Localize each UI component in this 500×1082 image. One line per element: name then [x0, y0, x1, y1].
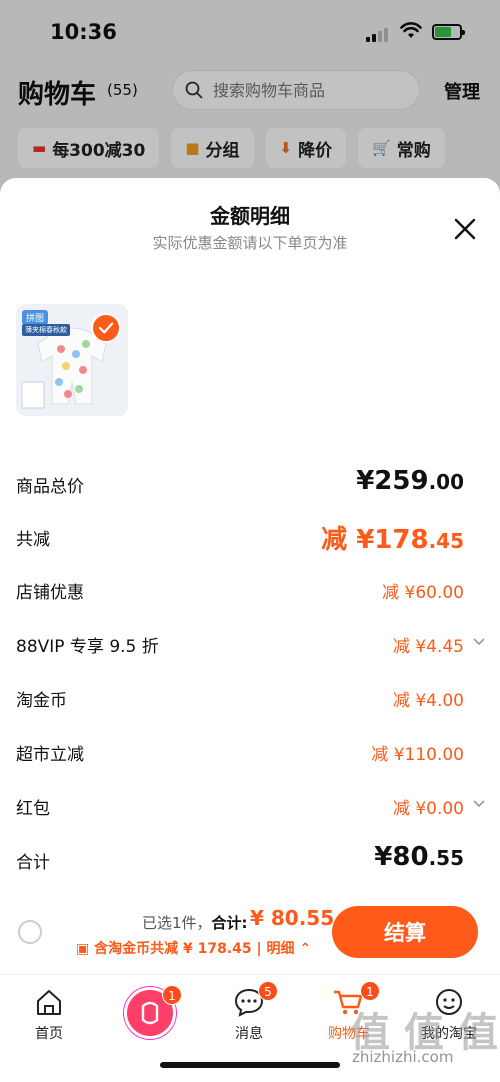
row-value: 减 ¥178.45	[321, 525, 464, 555]
row-value: ¥80.55	[374, 842, 464, 872]
tab-badge: 1	[360, 981, 380, 1001]
selected-count: 已选1件，合计:	[142, 914, 248, 932]
checkout-total: ¥ 80.55	[250, 906, 335, 930]
product-tag: 拼图	[22, 310, 49, 325]
tab-badge: 5	[258, 981, 278, 1001]
row-label: 共减	[16, 530, 50, 550]
tab-label: 首页	[35, 1026, 63, 1042]
selected-check-icon[interactable]	[91, 313, 121, 343]
row-label: 商品总价	[16, 477, 84, 497]
row-label: 超市立减	[16, 745, 84, 765]
row-label: 店铺优惠	[16, 583, 84, 603]
coupon-icon: ▣	[76, 941, 95, 957]
home-icon	[37, 990, 61, 1015]
row-88vip-discount[interactable]: 88VIP 专享 9.5 折 减 ¥4.45	[0, 624, 500, 664]
row-label: 淘金币	[16, 691, 67, 711]
row-value: 减 ¥110.00	[371, 745, 464, 765]
close-icon[interactable]	[452, 216, 478, 242]
home-indicator	[160, 1062, 340, 1068]
tab-label: 消息	[235, 1026, 263, 1042]
row-value: 减 ¥0.00	[392, 799, 464, 819]
row-red-packet[interactable]: 红包 减 ¥0.00	[0, 786, 500, 826]
tab-home[interactable]: 首页	[4, 981, 94, 1043]
checkout-button[interactable]: 结算	[332, 906, 478, 958]
tab-messages[interactable]: 5 消息	[204, 981, 294, 1043]
row-value: 减 ¥4.00	[392, 691, 464, 711]
row-total-discount: 共减 减 ¥178.45	[0, 517, 500, 557]
row-supermarket-discount: 超市立减 减 ¥110.00	[0, 732, 500, 772]
row-taojinbi: 淘金币 减 ¥4.00	[0, 678, 500, 718]
row-label: 合计	[16, 853, 50, 873]
row-grand-total: 合计 ¥80.55	[0, 840, 500, 880]
product-subtag: 薄夹棉春秋款	[22, 324, 70, 336]
row-value: 减 ¥4.45	[392, 637, 464, 657]
select-all-radio[interactable]	[18, 920, 42, 944]
taobao-logo-mark	[141, 1001, 159, 1025]
chevron-down-icon[interactable]	[472, 635, 486, 649]
row-store-discount: 店铺优惠 减 ¥60.00	[0, 570, 500, 610]
chevron-down-icon[interactable]	[472, 797, 486, 811]
row-value: 减 ¥60.00	[382, 583, 464, 603]
row-item-total: 商品总价 ¥259.00	[0, 464, 500, 504]
watermark-url: zhizhizhi.com	[352, 1048, 454, 1066]
sheet-title: 金额明细	[210, 204, 290, 228]
row-label: 红包	[16, 799, 50, 819]
row-value: ¥259.00	[356, 466, 464, 496]
sheet-subtitle: 实际优惠金额请以下单页为准	[152, 234, 348, 252]
tab-badge: 1	[162, 985, 182, 1005]
price-detail-sheet: 金额明细 实际优惠金额请以下单页为准 拼图 薄夹棉春秋款 商品总价 ¥259.0…	[0, 178, 500, 1082]
row-label: 88VIP 专享 9.5 折	[16, 637, 159, 657]
tab-taobao[interactable]: 1	[104, 981, 194, 1043]
savings-detail-toggle[interactable]: ▣ 含淘金币共减 ¥ 178.45 | 明细 ⌃	[76, 938, 311, 958]
